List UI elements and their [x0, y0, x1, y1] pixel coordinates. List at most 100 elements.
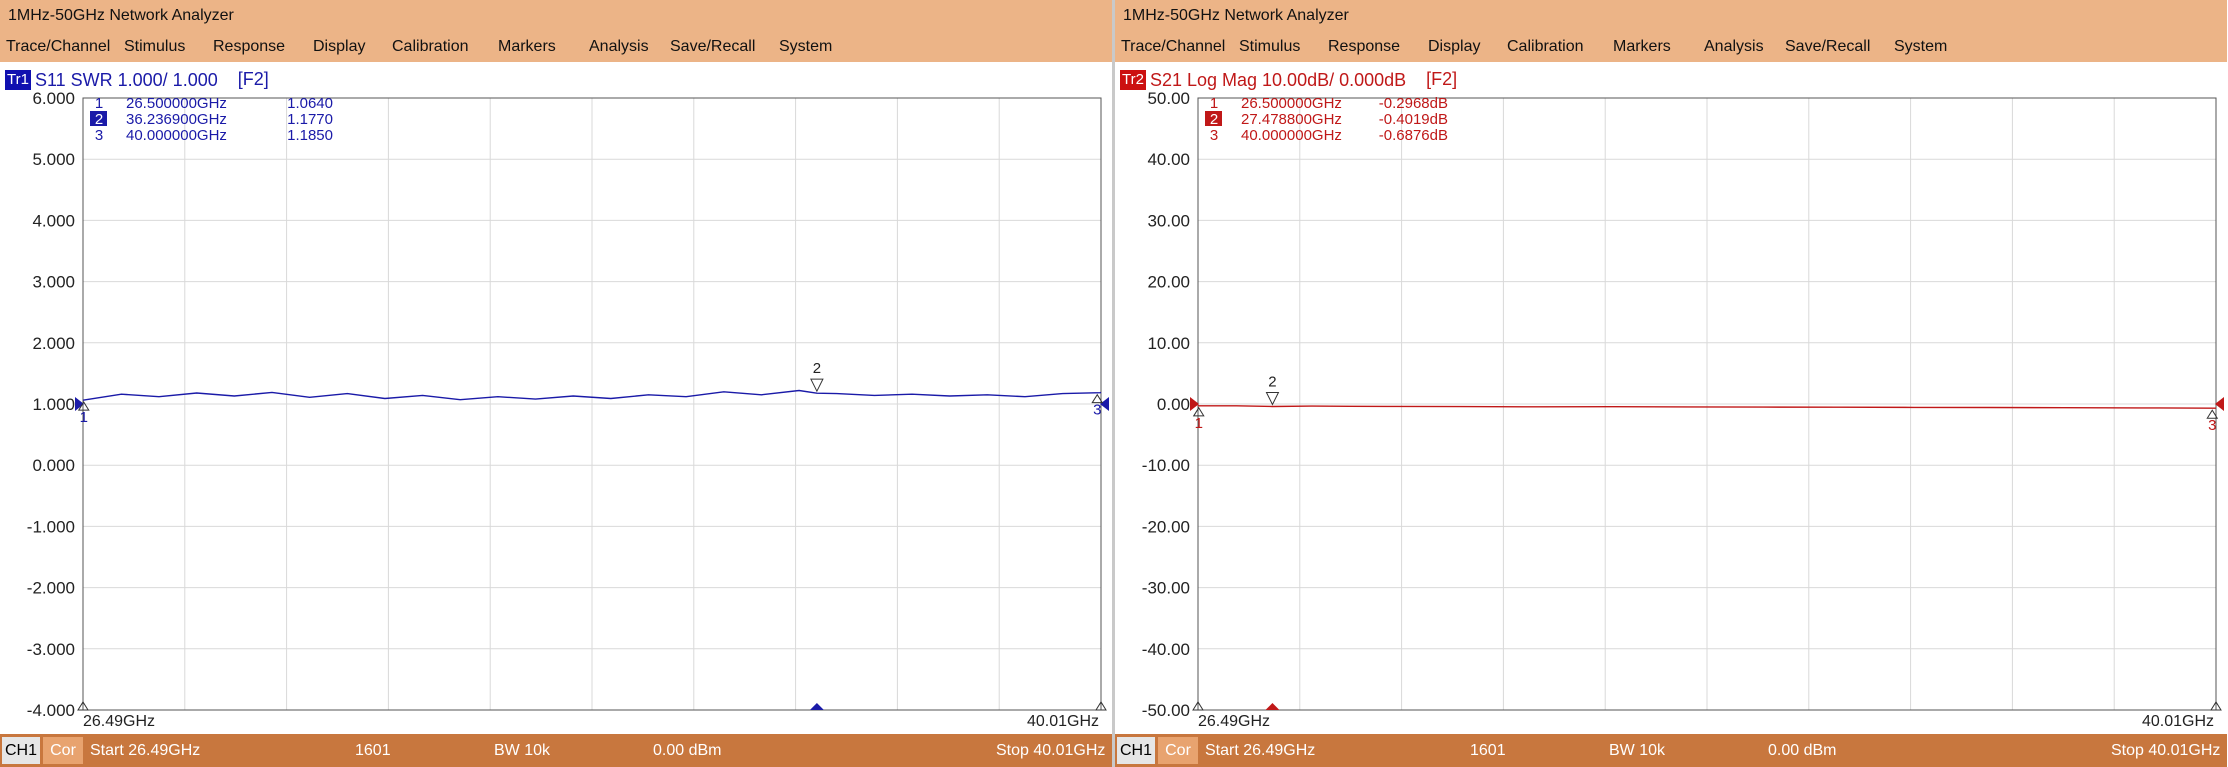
menu-stimulus[interactable]: Stimulus — [1239, 32, 1300, 62]
y-tick-label: -40.00 — [1142, 640, 1190, 659]
plot-area[interactable]: 50.00 40.00 30.00 20.00 10.00 0.00 -10.00 -20.0… — [1115, 90, 2227, 734]
if-bandwidth[interactable]: BW 10k — [494, 734, 550, 767]
correction-indicator[interactable]: Cor — [1158, 737, 1198, 764]
correction-indicator[interactable]: Cor — [43, 737, 83, 764]
menu-analysis[interactable]: Analysis — [1704, 32, 1764, 62]
marker-value: -0.4019dB — [1379, 111, 1448, 128]
y-tick-label: -50.00 — [1142, 701, 1190, 720]
grid — [1198, 98, 2216, 710]
marker-frequency: 26.500000GHz — [1241, 95, 1342, 112]
marker-number: 2 — [95, 111, 103, 128]
menu-response[interactable]: Response — [213, 32, 285, 62]
menu-bar: Trace/Channel Stimulus Response Display … — [1115, 32, 2227, 64]
trace-header[interactable]: Tr1 S11 SWR 1.000/ 1.000 [F2] — [5, 68, 269, 91]
trace-badge[interactable]: Tr1 — [5, 70, 31, 91]
menu-save-recall[interactable]: Save/Recall — [1785, 32, 1870, 62]
menu-display[interactable]: Display — [1428, 32, 1480, 62]
stop-frequency[interactable]: Stop 40.01GHz — [996, 734, 1105, 767]
x-stop-label: 40.01GHz — [2142, 713, 2214, 730]
marker-frequency: 27.478800GHz — [1241, 111, 1342, 128]
marker-2-label: 2 — [1268, 373, 1276, 390]
trace-label: S11 SWR 1.000/ 1.000 — [34, 70, 218, 91]
marker-2-axis-icon — [809, 703, 824, 710]
y-tick-label: 30.00 — [1147, 211, 1190, 230]
y-tick-label: 3.000 — [32, 273, 75, 292]
channel-indicator[interactable]: CH1 — [1117, 737, 1155, 764]
x-start-label: 26.49GHz — [1198, 713, 1270, 730]
menu-save-recall[interactable]: Save/Recall — [670, 32, 755, 62]
trace-label: S21 Log Mag 10.00dB/ 0.000dB — [1149, 70, 1407, 91]
marker-3-label: 3 — [1093, 402, 1101, 419]
start-frequency[interactable]: Start 26.49GHz — [90, 734, 200, 767]
stop-frequency[interactable]: Stop 40.01GHz — [2111, 734, 2220, 767]
marker-readout: 1 26.500000GHz 1.0640 2 36.236900GHz 1.1770 3 4… — [90, 95, 333, 144]
marker-frequency: 40.000000GHz — [126, 127, 227, 144]
plot-area[interactable]: 6.000 5.000 4.000 3.000 2.000 1.000 0.000 -1.00… — [0, 90, 1112, 734]
marker-frequency: 26.500000GHz — [126, 95, 227, 112]
y-tick-label: -1.000 — [27, 517, 75, 536]
marker-number: 2 — [1210, 111, 1218, 128]
marker-value: 1.1850 — [287, 127, 333, 144]
y-tick-label: 5.000 — [32, 150, 75, 169]
y-tick-label: -10.00 — [1142, 456, 1190, 475]
grid — [83, 98, 1101, 710]
y-tick-label: -4.000 — [27, 701, 75, 720]
y-tick-label: 4.000 — [32, 211, 75, 230]
y-tick-label: 40.00 — [1147, 150, 1190, 169]
menu-trace-channel[interactable]: Trace/Channel — [1121, 32, 1225, 62]
y-tick-label: 10.00 — [1147, 334, 1190, 353]
marker-2-icon[interactable] — [810, 378, 824, 393]
status-bar: CH1 Cor Start 26.49GHz 1601 BW 10k 0.00 … — [0, 734, 1112, 767]
marker-number: 3 — [1210, 127, 1218, 144]
menu-response[interactable]: Response — [1328, 32, 1400, 62]
x-start-label: 26.49GHz — [83, 713, 155, 730]
menu-trace-channel[interactable]: Trace/Channel — [6, 32, 110, 62]
start-frequency[interactable]: Start 26.49GHz — [1205, 734, 1315, 767]
sweep-points[interactable]: 1601 — [1470, 734, 1506, 767]
trace-badge[interactable]: Tr2 — [1120, 70, 1146, 91]
marker-number: 1 — [1210, 95, 1218, 112]
title-bar: 1MHz-50GHz Network Analyzer — [1115, 0, 2227, 32]
channel-indicator[interactable]: CH1 — [2, 737, 40, 764]
menu-system[interactable]: System — [1894, 32, 1947, 62]
y-tick-label: 1.000 — [32, 395, 75, 414]
marker-number: 1 — [95, 95, 103, 112]
menu-display[interactable]: Display — [313, 32, 365, 62]
marker-3-label: 3 — [2208, 417, 2216, 434]
title-bar: 1MHz-50GHz Network Analyzer — [0, 0, 1112, 32]
menu-markers[interactable]: Markers — [498, 32, 556, 62]
if-bandwidth[interactable]: BW 10k — [1609, 734, 1665, 767]
source-power[interactable]: 0.00 dBm — [1768, 734, 1836, 767]
marker-1-label: 1 — [80, 409, 88, 426]
marker-2-label: 2 — [813, 360, 821, 377]
menu-analysis[interactable]: Analysis — [589, 32, 649, 62]
y-tick-label: -3.000 — [27, 640, 75, 659]
y-tick-label: -2.000 — [27, 579, 75, 598]
y-tick-label: 0.00 — [1157, 395, 1190, 414]
menu-calibration[interactable]: Calibration — [1507, 32, 1583, 62]
menu-bar: Trace/Channel Stimulus Response Display … — [0, 32, 1112, 64]
menu-system[interactable]: System — [779, 32, 832, 62]
menu-markers[interactable]: Markers — [1613, 32, 1671, 62]
menu-stimulus[interactable]: Stimulus — [124, 32, 185, 62]
y-tick-label: 20.00 — [1147, 273, 1190, 292]
marker-frequency: 40.000000GHz — [1241, 127, 1342, 144]
marker-number: 3 — [95, 127, 103, 144]
window-title: 1MHz-50GHz Network Analyzer — [8, 7, 234, 24]
analyzer-window-right: 1MHz-50GHz Network Analyzer Trace/Channe… — [1115, 0, 2227, 767]
menu-calibration[interactable]: Calibration — [392, 32, 468, 62]
marker-2-axis-icon — [1265, 703, 1280, 710]
y-tick-label: 6.000 — [32, 90, 75, 108]
window-title: 1MHz-50GHz Network Analyzer — [1123, 7, 1349, 24]
marker-1-label: 1 — [1195, 415, 1203, 432]
sweep-points[interactable]: 1601 — [355, 734, 391, 767]
source-power[interactable]: 0.00 dBm — [653, 734, 721, 767]
marker-value: -0.2968dB — [1379, 95, 1448, 112]
trace-tag: [F2] — [1426, 69, 1458, 89]
analyzer-window-left: 1MHz-50GHz Network Analyzer Trace/Channe… — [0, 0, 1112, 767]
marker-value: 1.0640 — [287, 95, 333, 112]
marker-value: 1.1770 — [287, 111, 333, 128]
trace-tag: [F2] — [237, 69, 269, 89]
marker-2-icon[interactable] — [1265, 391, 1280, 406]
trace-header[interactable]: Tr2 S21 Log Mag 10.00dB/ 0.000dB [F2] — [1120, 68, 1458, 91]
